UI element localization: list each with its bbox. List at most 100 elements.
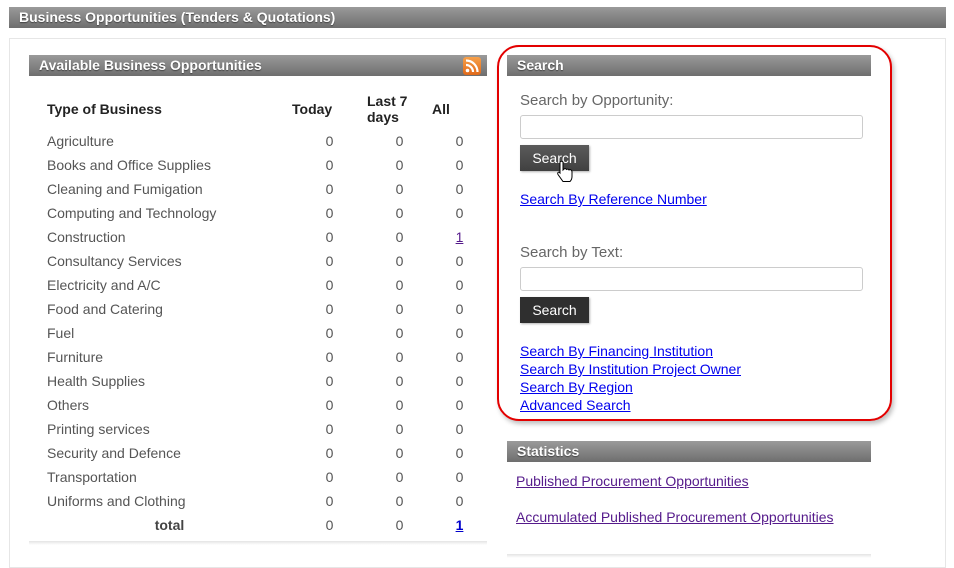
table-row: Food and Catering 0 0 0: [47, 297, 487, 321]
table-row: Computing and Technology 0 0 0: [47, 201, 487, 225]
business-type: Furniture: [47, 349, 104, 365]
today-count: 0: [325, 493, 334, 509]
last-7-days-count: 0: [395, 229, 404, 245]
table-row: Uniforms and Clothing 0 0 0: [47, 489, 487, 513]
search-panel-title: Search: [517, 57, 564, 73]
all-count: 0: [455, 253, 464, 269]
all-cell: 0: [432, 321, 487, 345]
search-by-institution-project-owner-link[interactable]: Search By Institution Project Owner: [520, 361, 741, 377]
business-type: Construction: [47, 229, 126, 245]
table-row: Electricity and A/C 0 0 0: [47, 273, 487, 297]
opportunities-panel-title: Available Business Opportunities: [39, 57, 262, 73]
hand-cursor-icon: [557, 160, 573, 182]
all-count: 0: [455, 301, 464, 317]
rss-feed-icon[interactable]: [463, 57, 481, 75]
table-row: Consultancy Services 0 0 0: [47, 249, 487, 273]
table-row: Construction 0 0 1: [47, 225, 487, 249]
all-cell: 0: [432, 489, 487, 513]
search-by-text-input[interactable]: [520, 267, 863, 291]
today-count: 0: [325, 133, 334, 149]
search-panel-header: Search: [507, 55, 871, 76]
business-type: Consultancy Services: [47, 253, 182, 269]
today-count: 0: [325, 157, 334, 173]
all-count: 0: [455, 157, 464, 173]
business-type: Electricity and A/C: [47, 277, 161, 293]
col-today: Today: [292, 101, 333, 117]
today-count: 0: [325, 421, 334, 437]
today-count: 0: [325, 229, 334, 245]
today-count: 0: [325, 301, 334, 317]
all-cell: 0: [432, 177, 487, 201]
all-cell: 0: [432, 249, 487, 273]
table-row: Security and Defence 0 0 0: [47, 441, 487, 465]
today-count: 0: [325, 325, 334, 341]
all-count-link[interactable]: 1: [456, 229, 464, 245]
table-row: Books and Office Supplies 0 0 0: [47, 153, 487, 177]
today-count: 0: [325, 181, 334, 197]
today-count: 0: [325, 205, 334, 221]
total-last-7-days: 0: [395, 517, 404, 533]
all-cell: 0: [432, 153, 487, 177]
last-7-days-count: 0: [395, 373, 404, 389]
table-row: Others 0 0 0: [47, 393, 487, 417]
all-count: 0: [455, 205, 464, 221]
search-text-button[interactable]: Search: [520, 297, 589, 323]
opportunities-panel-header: Available Business Opportunities: [29, 55, 487, 76]
today-count: 0: [325, 469, 334, 485]
business-type: Transportation: [47, 469, 137, 485]
all-count: 0: [455, 133, 464, 149]
table-row: Agriculture 0 0 0: [47, 129, 487, 153]
search-by-opportunity-input[interactable]: [520, 115, 863, 139]
business-type: Others: [47, 397, 90, 413]
business-type: Computing and Technology: [47, 205, 217, 221]
all-count: 0: [455, 397, 464, 413]
all-cell: 0: [432, 393, 487, 417]
last-7-days-count: 0: [395, 301, 404, 317]
advanced-search-link[interactable]: Advanced Search: [520, 397, 631, 413]
statistics-panel-title: Statistics: [517, 443, 580, 459]
business-type: Cleaning and Fumigation: [47, 181, 203, 197]
all-count: 0: [455, 373, 464, 389]
today-count: 0: [325, 445, 334, 461]
all-cell: 0: [432, 369, 487, 393]
page-title-bar: Business Opportunities (Tenders & Quotat…: [9, 7, 946, 28]
today-count: 0: [325, 397, 334, 413]
total-all-cell: 1: [432, 513, 487, 537]
table-row: Cleaning and Fumigation 0 0 0: [47, 177, 487, 201]
last-7-days-count: 0: [395, 469, 404, 485]
published-procurement-opportunities-link[interactable]: Published Procurement Opportunities: [516, 473, 749, 489]
accumulated-published-procurement-opportunities-link[interactable]: Accumulated Published Procurement Opport…: [516, 509, 834, 525]
all-cell: 0: [432, 273, 487, 297]
last-7-days-count: 0: [395, 133, 404, 149]
divider: [507, 554, 871, 558]
all-count: 0: [455, 445, 464, 461]
last-7-days-count: 0: [395, 157, 404, 173]
table-row: Fuel 0 0 0: [47, 321, 487, 345]
all-count: 0: [455, 181, 464, 197]
table-row: Furniture 0 0 0: [47, 345, 487, 369]
business-type: Health Supplies: [47, 373, 146, 389]
all-cell: 0: [432, 345, 487, 369]
all-count: 0: [455, 349, 464, 365]
total-all-link[interactable]: 1: [456, 517, 464, 533]
today-count: 0: [325, 253, 334, 269]
business-type: Fuel: [47, 325, 75, 341]
search-by-financing-institution-link[interactable]: Search By Financing Institution: [520, 343, 713, 359]
search-by-text-label: Search by Text:: [520, 244, 624, 261]
all-cell: 0: [432, 465, 487, 489]
search-by-reference-number-link[interactable]: Search By Reference Number: [520, 191, 707, 207]
search-by-opportunity-label: Search by Opportunity:: [520, 92, 674, 109]
all-cell: 0: [432, 441, 487, 465]
total-row: total 0 0 1: [47, 513, 487, 537]
last-7-days-count: 0: [395, 493, 404, 509]
total-label: total: [154, 517, 185, 533]
table-header-row: Type of Business Today Last 7 days All: [47, 93, 487, 129]
col-last-7-days: Last 7 days: [367, 93, 408, 125]
last-7-days-count: 0: [395, 253, 404, 269]
table-row: Health Supplies 0 0 0: [47, 369, 487, 393]
business-type: Agriculture: [47, 133, 114, 149]
business-type: Uniforms and Clothing: [47, 493, 186, 509]
search-by-region-link[interactable]: Search By Region: [520, 379, 633, 395]
all-cell: 0: [432, 201, 487, 225]
statistics-panel-header: Statistics: [507, 441, 871, 462]
